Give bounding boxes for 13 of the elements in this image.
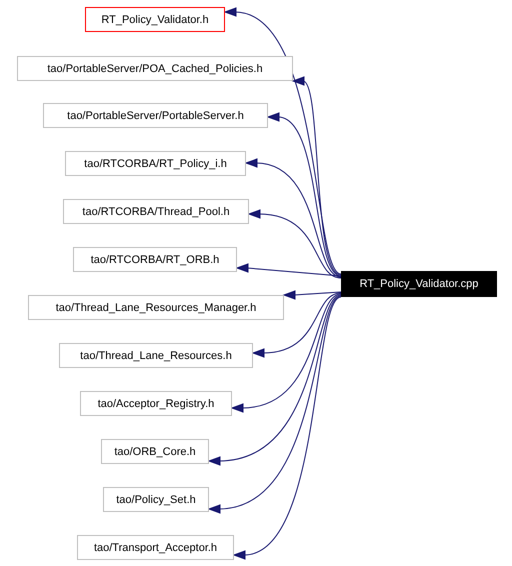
header-file-node[interactable]: tao/Thread_Lane_Resources_Manager.h (28, 295, 284, 320)
header-file-node[interactable]: tao/Transport_Acceptor.h (77, 535, 234, 560)
header-file-node[interactable]: tao/RTCORBA/Thread_Pool.h (63, 199, 249, 224)
header-file-node[interactable]: tao/RTCORBA/RT_ORB.h (73, 247, 237, 272)
header-file-node[interactable]: tao/Thread_Lane_Resources.h (59, 343, 253, 368)
header-file-node[interactable]: tao/Policy_Set.h (103, 487, 209, 512)
header-file-node[interactable]: RT_Policy_Validator.h (85, 7, 225, 32)
header-file-node[interactable]: tao/PortableServer/POA_Cached_Policies.h (17, 56, 293, 81)
header-file-node[interactable]: tao/PortableServer/PortableServer.h (43, 103, 268, 128)
source-file-node: RT_Policy_Validator.cpp (341, 271, 497, 297)
header-file-node[interactable]: tao/ORB_Core.h (101, 439, 209, 464)
header-file-node[interactable]: tao/Acceptor_Registry.h (80, 391, 232, 416)
header-file-node[interactable]: tao/RTCORBA/RT_Policy_i.h (65, 151, 246, 176)
